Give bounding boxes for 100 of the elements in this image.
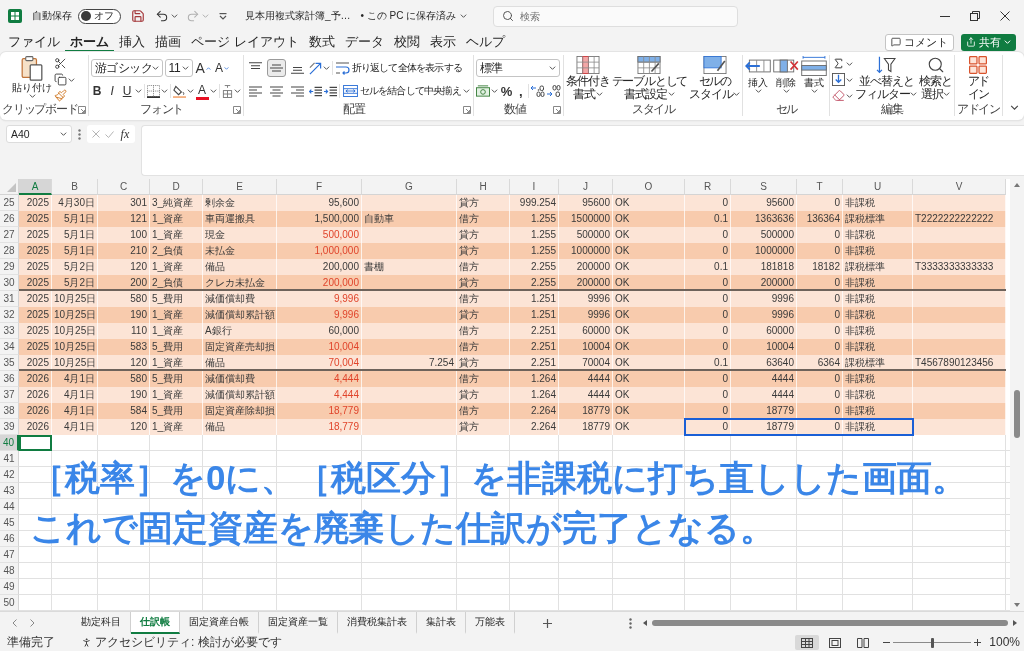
column-header[interactable]: F [277,179,362,195]
launcher-icon[interactable] [553,105,562,114]
increase-indent-icon[interactable] [323,85,337,97]
column-header[interactable]: J [559,179,613,195]
comment-button[interactable]: コメント [885,33,954,51]
selected-cell[interactable] [19,435,52,451]
caret-icon[interactable] [846,93,854,98]
scroll-left-icon[interactable] [643,620,647,626]
row-header[interactable]: 29 [0,259,19,275]
caret-icon[interactable] [462,89,470,93]
phonetic-guide-icon[interactable] [221,84,233,98]
caret-icon[interactable] [171,14,178,18]
caret-icon[interactable] [943,92,951,96]
menu-tab[interactable]: 描画 [150,32,186,52]
row-header[interactable]: 41 [0,451,19,467]
menu-tab[interactable]: ページ レイアウト [186,32,304,52]
caret-icon[interactable] [846,77,854,82]
row-header[interactable]: 48 [0,563,19,579]
currency-icon[interactable] [475,85,490,97]
caret-icon[interactable] [846,61,854,66]
accessibility-icon[interactable] [81,637,92,648]
scroll-down-icon[interactable] [1014,603,1020,607]
scroll-right-icon[interactable] [1013,620,1017,626]
font-color-button[interactable]: A [195,82,209,100]
sheet-tab[interactable]: 固定資産一覧 [259,612,338,634]
caret-icon[interactable] [810,89,818,93]
caret-icon[interactable] [754,89,762,93]
name-box[interactable]: A40 [6,125,72,143]
caret-icon[interactable] [668,92,675,96]
collapse-ribbon-icon[interactable] [1010,105,1019,110]
column-header[interactable]: G [362,179,457,195]
row-header[interactable]: 36 [0,371,19,387]
insert-function-button[interactable]: fx [119,128,131,140]
sheet-tab[interactable]: 集計表 [417,612,466,634]
format-painter-icon[interactable] [54,89,68,102]
column-header[interactable]: O [613,179,685,195]
wrap-text-button[interactable]: 折り返して全体を表示する [334,59,463,77]
cells-button[interactable]: 書式 [801,56,828,93]
sheet-tab[interactable]: 固定資産台帳 [180,612,259,634]
plus-icon[interactable] [974,639,982,646]
customize-icon[interactable] [219,12,227,20]
menu-tab[interactable]: ファイル [3,32,65,52]
caret-icon[interactable] [322,66,330,70]
caret-icon[interactable] [548,66,556,70]
sort-filter-button[interactable]: 並べ替えと フィルター [855,56,918,100]
italic-button[interactable]: I [105,82,119,100]
font-size-field[interactable]: 11 [164,59,193,77]
style-button[interactable]: 条件付き 書式 [566,56,610,100]
caret-icon[interactable] [233,89,241,93]
scissors-icon[interactable] [54,57,68,70]
column-header[interactable]: R [685,179,731,195]
caret-icon[interactable] [595,92,603,96]
cells-button[interactable]: 挿入 [745,56,772,93]
paste-button[interactable]: 貼り付け [12,56,53,98]
caret-icon[interactable] [490,89,498,93]
cells-button[interactable]: 削除 [773,56,800,93]
menu-tab[interactable]: 挿入 [114,32,150,52]
borders-icon[interactable] [146,84,160,98]
row-header[interactable]: 31 [0,291,19,307]
column-header[interactable]: A [19,179,52,195]
row-header[interactable]: 45 [0,515,19,531]
autosave-toggle[interactable]: オフ [78,8,121,24]
row-header[interactable]: 49 [0,579,19,595]
row-header[interactable]: 35 [0,355,19,371]
column-header[interactable]: E [203,179,277,195]
text-orientation-icon[interactable] [308,61,322,75]
menu-tab[interactable]: 表示 [424,32,461,52]
add-ins-button[interactable]: アド イン [967,56,990,100]
row-header[interactable]: 40 [0,435,19,451]
caret-icon[interactable] [186,89,194,93]
decrease-decimal-icon[interactable] [547,85,562,97]
comma-style-button[interactable]: , [515,82,527,100]
zoom-level[interactable]: 100% [989,635,1020,650]
row-header[interactable]: 37 [0,387,19,403]
caret-icon[interactable] [160,89,168,93]
row-header[interactable]: 26 [0,211,19,227]
launcher-icon[interactable] [77,105,86,114]
sheet-tab[interactable]: 消費税集計表 [338,612,417,634]
launcher-icon[interactable] [232,105,241,114]
scrollbar-thumb[interactable] [1014,390,1020,438]
number-format-field[interactable]: 標準 [475,59,560,77]
row-header[interactable]: 28 [0,243,19,259]
caret-icon[interactable] [28,94,36,98]
menu-tab[interactable]: 校閲 [388,32,425,52]
menu-tab[interactable]: 数式 [303,32,340,52]
column-header[interactable]: V [913,179,1006,195]
column-header[interactable]: T [797,179,843,195]
sheet-tab[interactable]: 万能表 [466,612,515,634]
merge-center-button[interactable]: セルを結合して中央揃え [341,82,471,100]
caret-icon[interactable] [910,92,918,96]
restore-icon[interactable] [970,11,980,21]
formula-input[interactable] [141,125,1024,176]
column-header[interactable]: C [98,179,150,195]
minus-icon[interactable] [883,642,891,643]
style-button[interactable]: テーブルとして 書式設定 [611,56,688,100]
column-header[interactable]: B [52,179,98,195]
slider-thumb[interactable] [931,637,935,648]
close-icon[interactable] [1000,11,1010,21]
row-header[interactable]: 25 [0,195,19,211]
column-header[interactable]: D [150,179,203,195]
